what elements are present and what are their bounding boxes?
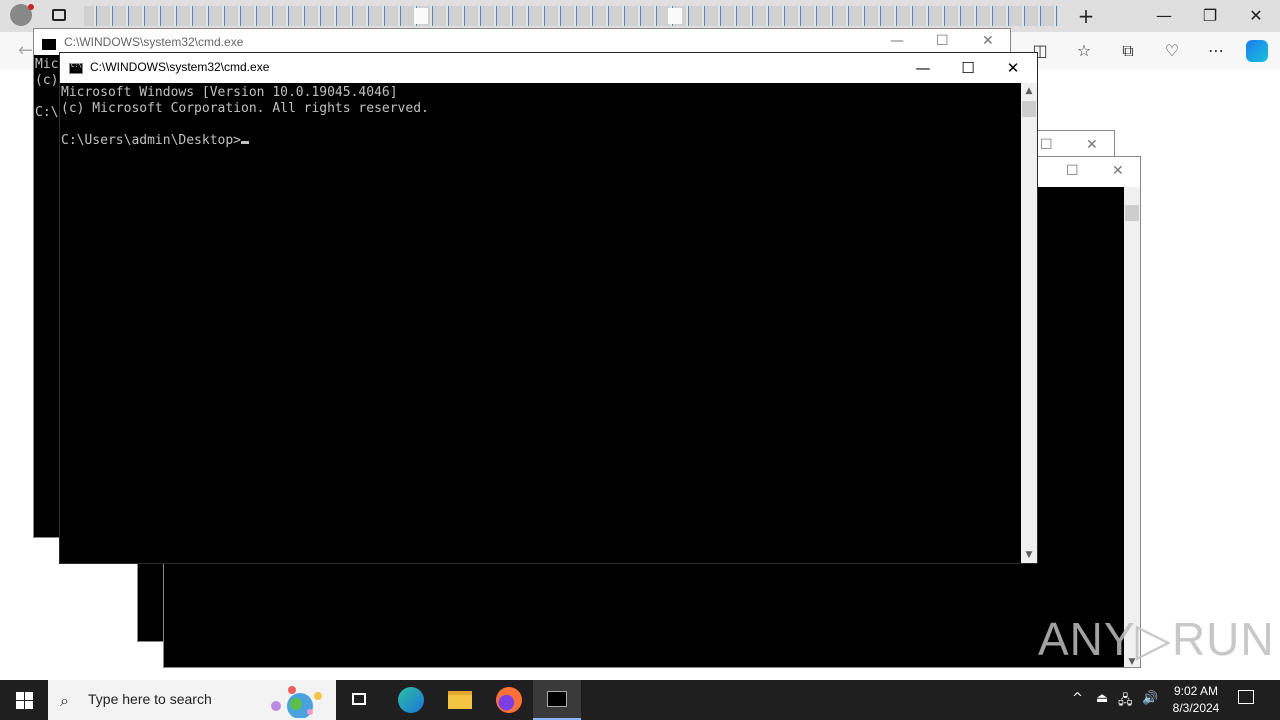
- notification-dot: [28, 4, 34, 10]
- taskbar-file-explorer[interactable]: [436, 680, 484, 720]
- network-icon[interactable]: 🖧: [1118, 691, 1133, 713]
- folder-icon: [448, 691, 472, 709]
- volume-icon[interactable]: 🔊: [1142, 691, 1158, 706]
- browser-minimize-button[interactable]: —: [1142, 4, 1186, 28]
- taskbar-edge[interactable]: [386, 680, 434, 720]
- minimize-button[interactable]: —: [890, 33, 904, 49]
- notification-center-icon[interactable]: [1238, 690, 1254, 704]
- taskbar-cmd[interactable]: [533, 680, 581, 720]
- text-cursor: [241, 141, 250, 144]
- console-line: Mic: [35, 57, 59, 72]
- taskbar-search-box[interactable]: ⌕ Type here to search: [48, 680, 336, 720]
- cmd-window[interactable]: C:\WINDOWS\system32\cmd.exe — ☐ ✕ Micros…: [59, 52, 1038, 564]
- scrollbar[interactable]: ▲ ▼: [1021, 83, 1037, 563]
- minimize-button[interactable]: —: [900, 53, 946, 83]
- window-title: C:\WINDOWS\system32\cmd.exe: [90, 60, 270, 74]
- back-arrow-icon[interactable]: ←: [18, 40, 33, 61]
- cmd-icon: [69, 62, 83, 74]
- start-button[interactable]: [0, 680, 48, 720]
- command-prompt: C:\Users\admin\Desktop>: [61, 133, 242, 148]
- tab-actions-icon[interactable]: [52, 9, 66, 21]
- window-title: C:\WINDOWS\system32\cmd.exe: [64, 35, 244, 49]
- tab[interactable]: [668, 8, 682, 24]
- clock[interactable]: 9:02 AM 8/3/2024: [1166, 683, 1226, 717]
- task-view-icon: [352, 693, 366, 705]
- maximize-button[interactable]: ☐: [945, 53, 991, 83]
- browser-essentials-icon[interactable]: ♡: [1162, 41, 1182, 61]
- console-area: Mic (c) C:\: [34, 55, 62, 537]
- task-view-button[interactable]: [336, 680, 384, 720]
- browser-restore-button[interactable]: ❐: [1188, 4, 1232, 28]
- close-button[interactable]: ✕: [1086, 137, 1098, 153]
- scrollbar-thumb[interactable]: [1022, 101, 1036, 117]
- collections-icon[interactable]: ⧉: [1118, 41, 1138, 61]
- show-hidden-icons-icon[interactable]: ^: [1072, 691, 1083, 706]
- search-highlight-art-icon: [271, 686, 322, 718]
- console-line: Microsoft Windows [Version 10.0.19045.40…: [61, 85, 398, 100]
- more-options-icon[interactable]: ⋯: [1206, 41, 1226, 61]
- tab[interactable]: [414, 8, 428, 24]
- copilot-icon[interactable]: [1246, 40, 1268, 62]
- cmd-icon: [42, 39, 56, 50]
- close-button[interactable]: ✕: [1112, 163, 1124, 179]
- console-line: (c) Microsoft Corporation. All rights re…: [61, 101, 429, 116]
- favorites-icon[interactable]: ☆: [1074, 41, 1094, 61]
- firefox-icon: [496, 687, 522, 713]
- edge-icon: [398, 687, 424, 713]
- maximize-button[interactable]: ☐: [1040, 137, 1053, 153]
- scrollbar[interactable]: ▼: [1124, 187, 1140, 667]
- anyrun-watermark: ANY▷RUN: [1038, 613, 1275, 665]
- maximize-button[interactable]: ☐: [1066, 163, 1079, 179]
- search-icon: ⌕: [60, 691, 69, 710]
- maximize-button[interactable]: ☐: [936, 33, 949, 49]
- clock-time: 9:02 AM: [1173, 684, 1219, 698]
- browser-close-button[interactable]: ✕: [1234, 4, 1278, 28]
- taskbar-firefox[interactable]: [484, 680, 532, 720]
- usb-icon[interactable]: ⏏: [1096, 691, 1108, 706]
- console-line: C:\: [35, 105, 59, 120]
- cmd-icon: [547, 691, 567, 707]
- close-button[interactable]: ✕: [982, 33, 994, 49]
- taskbar: ⌕ Type here to search ^ ⏏ 🖧 🔊 9:02 AM 8/…: [0, 680, 1280, 720]
- cmd-titlebar[interactable]: C:\WINDOWS\system32\cmd.exe — ☐ ✕: [60, 53, 1037, 83]
- scroll-down-arrow-icon[interactable]: ▼: [1021, 547, 1037, 563]
- console-line: (c): [35, 73, 59, 88]
- close-button[interactable]: ✕: [990, 53, 1036, 83]
- new-tab-button[interactable]: +: [1064, 4, 1108, 28]
- console-output[interactable]: Microsoft Windows [Version 10.0.19045.40…: [60, 83, 1021, 563]
- tab-strip[interactable]: [84, 6, 1058, 26]
- scrollbar-thumb[interactable]: [1125, 205, 1139, 221]
- clock-date: 8/3/2024: [1172, 701, 1220, 715]
- scroll-up-arrow-icon[interactable]: ▲: [1021, 83, 1037, 99]
- search-placeholder: Type here to search: [88, 691, 212, 707]
